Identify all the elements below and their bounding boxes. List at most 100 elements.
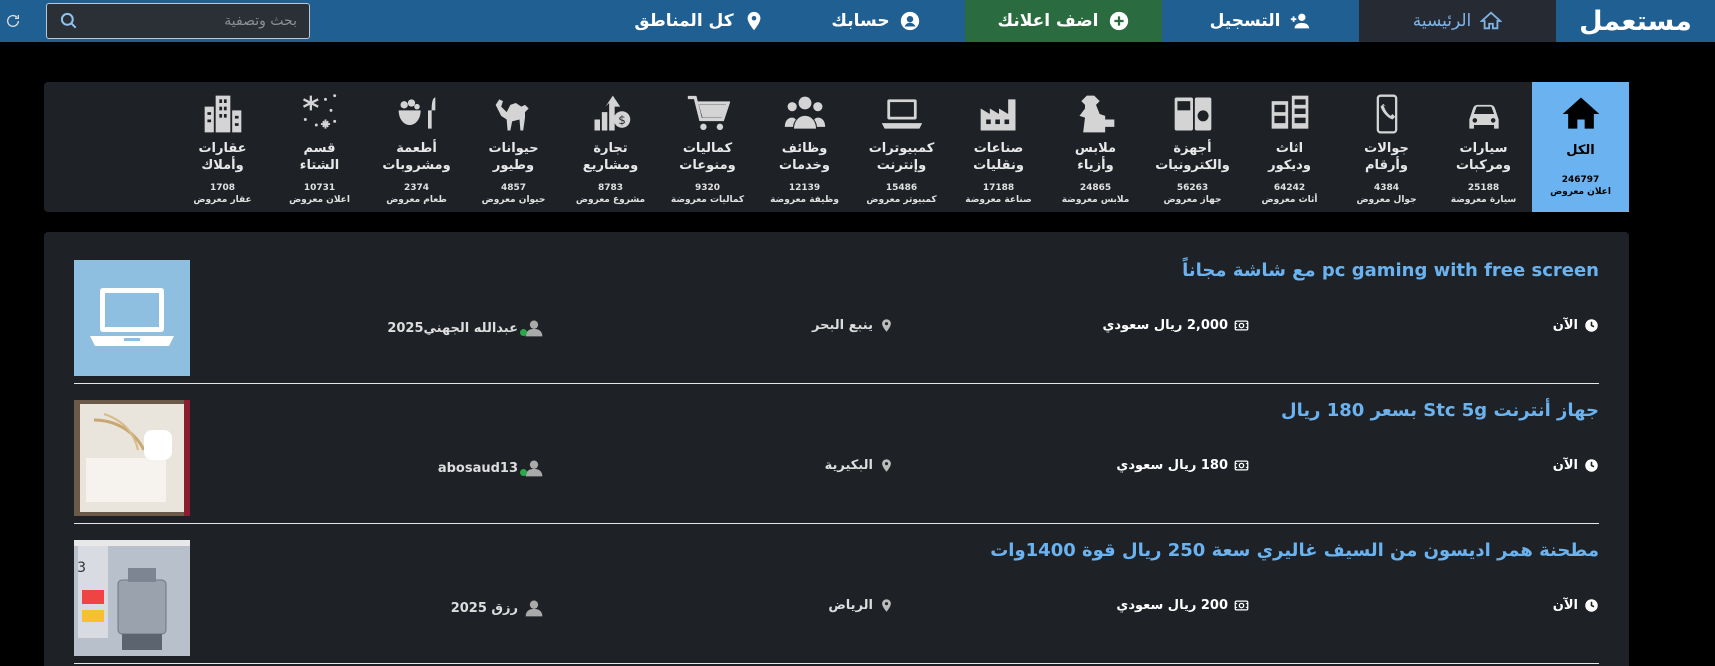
listing-user-name[interactable]: رزق 2025 — [451, 601, 518, 616]
listing-location: ينبع البحر — [812, 318, 894, 333]
category-unit: جهاز معروض — [1163, 195, 1222, 205]
listing-location-text: ينبع البحر — [811, 318, 873, 333]
category-name: كماليات ومنوعات — [679, 141, 736, 173]
search-icon[interactable] — [59, 11, 79, 31]
listing-item[interactable]: مطحنة همر اديسون من السيف غاليري سعة 250… — [74, 524, 1599, 664]
listing-item[interactable]: جهاز أنترنت Stc 5g بسعر 180 ريال الآن 180 … — [74, 384, 1599, 524]
category-name: اثاث وديكور — [1268, 141, 1311, 173]
svg-text:$: $ — [618, 113, 626, 127]
category-unit: صناعة معروضة — [965, 195, 1032, 205]
car-icon — [1460, 90, 1508, 138]
category-name: أجهزة والكترونيات — [1155, 141, 1230, 173]
snow-icon — [296, 90, 344, 138]
category-cart[interactable]: كماليات ومنوعات 9320 كماليات معروضة — [659, 82, 756, 212]
category-laptop[interactable]: كمبيوترات وإنترنت 15486 كمبيوتر معروض — [853, 82, 950, 212]
category-unit: اعلان معروض — [1550, 187, 1611, 197]
listing-location: البكيرية — [825, 458, 894, 473]
listing-user[interactable]: abosaud13 — [438, 458, 544, 478]
search-input[interactable] — [97, 13, 297, 29]
category-food[interactable]: أطعمة ومشروبات 2374 طعام معروض — [368, 82, 465, 212]
category-appliances[interactable]: أجهزة والكترونيات 56263 جهاز معروض — [1144, 82, 1241, 212]
listing-location-text: البكيرية — [824, 458, 873, 473]
refresh-icon — [7, 14, 19, 27]
listing-user-name[interactable]: عبدالله الجهني2025 — [387, 321, 518, 336]
user-icon — [524, 598, 544, 618]
category-count: 10731 — [303, 183, 336, 193]
listing-user[interactable]: رزق 2025 — [451, 598, 544, 618]
category-unit: ملابس معروضة — [1061, 195, 1130, 205]
category-unit: كماليات معروضة — [670, 195, 745, 205]
plus-circle-icon — [1109, 11, 1128, 31]
category-name: أطعمة ومشروبات — [382, 141, 451, 173]
camel-icon — [490, 90, 538, 138]
category-car[interactable]: سيارات ومركبات 25188 سيارة معروضة — [1435, 82, 1532, 212]
category-count: 9320 — [694, 183, 721, 193]
listing-thumbnail[interactable] — [74, 400, 190, 516]
cart-icon — [684, 90, 732, 138]
category-building[interactable]: عقارات وأملاك 1708 عقار معروض — [174, 82, 271, 212]
listing-title[interactable]: مطحنة همر اديسون من السيف غاليري سعة 250… — [990, 540, 1599, 561]
listing-time-text: الآن — [1552, 598, 1578, 613]
category-unit: وظيفة معروضة — [770, 195, 839, 205]
category-people[interactable]: وظائف وخدمات 12139 وظيفة معروضة — [756, 82, 853, 212]
category-business[interactable]: $ تجارة ومشاريع 8783 مشروع معروض — [562, 82, 659, 212]
clock-icon — [1585, 599, 1598, 612]
category-snow[interactable]: قسم الشتاء 10731 اعلان معروض — [271, 82, 368, 212]
listing-thumbnail[interactable] — [74, 260, 190, 376]
refresh-button[interactable] — [0, 0, 26, 42]
nav-register-label: التسجيل — [1209, 11, 1281, 31]
category-count: 8783 — [597, 183, 624, 193]
listing-title[interactable]: جهاز أنترنت Stc 5g بسعر 180 ريال — [1281, 400, 1599, 421]
clock-icon — [1585, 459, 1598, 472]
category-count: 4384 — [1373, 183, 1400, 193]
listing-user[interactable]: عبدالله الجهني2025 — [387, 318, 544, 338]
category-camel[interactable]: حيوانات وطيور 4857 حيوان معروض — [465, 82, 562, 212]
category-name: سيارات ومركبات — [1455, 141, 1512, 173]
top-navigation: مستعمل الرئيسية التسجيل اضف اعلانك حسابك… — [0, 0, 1715, 42]
phone-icon — [1363, 90, 1411, 138]
appliances-icon — [1169, 90, 1217, 138]
listings-panel: pc gaming with free screen مع شاشة مجانا… — [44, 232, 1629, 666]
nav-regions-label: كل المناطق — [634, 11, 734, 31]
nav-regions[interactable]: كل المناطق — [612, 0, 787, 42]
category-name: صناعات ونقليات — [973, 141, 1024, 173]
food-icon — [393, 90, 441, 138]
home-icon — [1480, 11, 1503, 30]
category-count: 4857 — [500, 183, 527, 193]
search-box[interactable] — [46, 3, 310, 39]
user-icon — [520, 318, 544, 338]
category-unit: مشروع معروض — [575, 195, 646, 205]
category-count: 12139 — [788, 183, 821, 193]
category-name: الكل — [1566, 143, 1595, 158]
nav-home[interactable]: الرئيسية — [1359, 0, 1556, 42]
listing-price: 2,000 ريال سعودي — [1102, 318, 1249, 333]
listing-user-name[interactable]: abosaud13 — [438, 461, 518, 476]
listing-price: 200 ريال سعودي — [1116, 598, 1249, 613]
nav-account-label: حسابك — [831, 11, 890, 31]
listing-thumbnail[interactable]: 3 — [74, 540, 190, 656]
listing-item[interactable]: pc gaming with free screen مع شاشة مجانا… — [74, 244, 1599, 384]
user-icon — [520, 458, 544, 478]
category-furniture[interactable]: اثاث وديكور 64242 أثاث معروض — [1241, 82, 1338, 212]
category-factory[interactable]: صناعات ونقليات 17188 صناعة معروضة — [950, 82, 1047, 212]
categories-bar: الكل 246797 اعلان معروض سيارات ومركبات 25188… — [44, 82, 1629, 212]
nav-register[interactable]: التسجيل — [1162, 0, 1359, 42]
factory-icon — [975, 90, 1023, 138]
listing-time: الآن — [1553, 318, 1599, 333]
category-phone[interactable]: جوالات وأرقام 4384 جوال معروض — [1338, 82, 1435, 212]
category-clothes[interactable]: ملابس وأزياء 24865 ملابس معروضة — [1047, 82, 1144, 212]
nav-account[interactable]: حسابك — [787, 0, 965, 42]
map-pin-icon — [882, 599, 891, 612]
category-count: 2374 — [403, 183, 430, 193]
listing-location: الرياض — [828, 598, 894, 613]
listing-title[interactable]: pc gaming with free screen مع شاشة مجانا… — [1182, 260, 1599, 281]
map-pin-icon — [747, 11, 761, 31]
category-name: عقارات وأملاك — [198, 141, 247, 173]
category-name: حيوانات وطيور — [488, 141, 539, 173]
category-count: 1708 — [209, 183, 236, 193]
add-listing-label: اضف اعلانك — [997, 11, 1099, 31]
category-home[interactable]: الكل 246797 اعلان معروض — [1532, 82, 1629, 212]
add-listing-button[interactable]: اضف اعلانك — [965, 0, 1162, 42]
site-logo[interactable]: مستعمل — [1556, 0, 1715, 42]
